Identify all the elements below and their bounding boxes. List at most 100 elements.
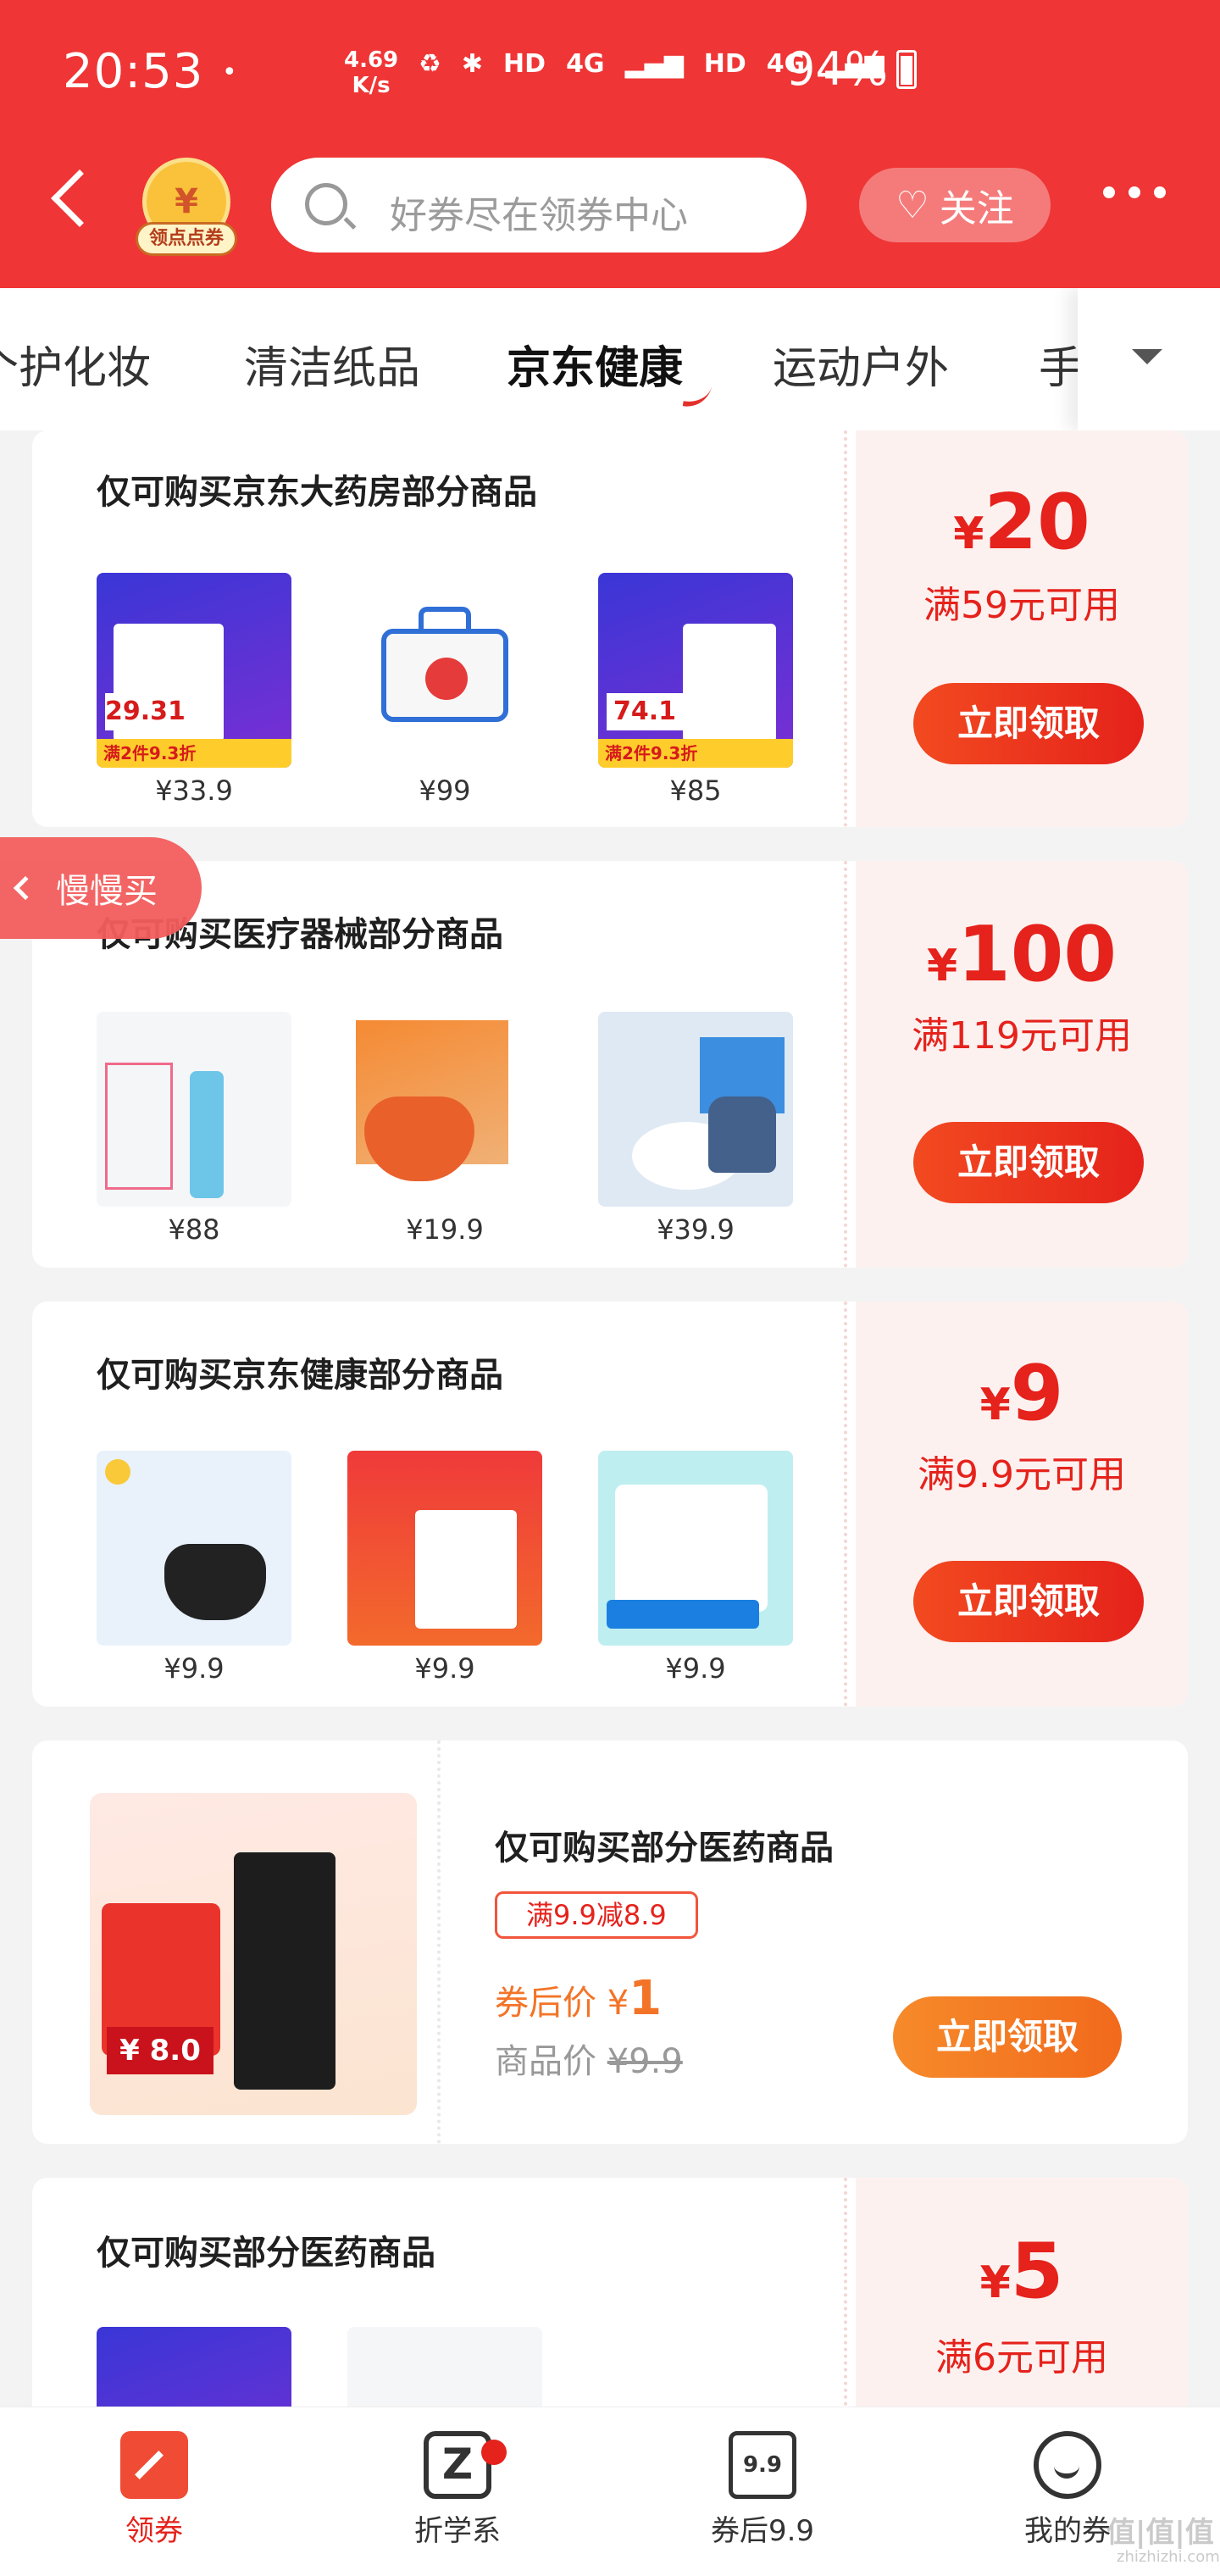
coupon-value-panel: ¥100 满119元可用 立即领取 xyxy=(844,861,1188,1268)
battery-indicator: 94% xyxy=(786,42,918,96)
heart-plus-icon: ♡ xyxy=(896,183,929,227)
claim-button[interactable]: 立即领取 xyxy=(893,1996,1122,2078)
coupon-value-panel: ¥20 满59元可用 立即领取 xyxy=(844,430,1188,827)
claim-button[interactable]: 立即领取 xyxy=(913,683,1144,764)
discount-tag: 满9.9减8.9 xyxy=(495,1891,698,1939)
product-item[interactable]: ¥9.9 xyxy=(97,1451,291,1685)
logo-label: 领点点券 xyxy=(136,222,237,256)
product-pic-price: ¥ 8.0 xyxy=(107,2027,214,2074)
nav-after-coupon-99[interactable]: 9.9 券后9.9 xyxy=(661,2431,864,2549)
product-price-tag: 74.1 xyxy=(607,693,683,730)
product-image xyxy=(598,1451,793,1646)
chevron-left-icon xyxy=(13,875,38,901)
nav-label: 折学系 xyxy=(414,2514,501,2548)
tab-jd-health[interactable]: 京东健康 xyxy=(507,332,683,396)
product-price: ¥99 xyxy=(419,774,471,807)
original-price: 商品价 ¥9.9 xyxy=(495,2042,683,2081)
product-price: ¥33.9 xyxy=(155,774,233,807)
coupon-condition: 满119元可用 xyxy=(912,1014,1132,1058)
nav-discount-school[interactable]: Z 折学系 xyxy=(356,2431,559,2549)
coupon-title: 仅可购买部分医药商品 xyxy=(495,1829,834,1868)
product-price: ¥39.9 xyxy=(657,1213,735,1246)
status-time: 20:53 xyxy=(63,44,204,99)
special-coupon-card: ¥ 8.0 仅可购买部分医药商品 满9.9减8.9 券后价 ¥1 商品价 ¥9.… xyxy=(32,1740,1188,2144)
product-image xyxy=(347,1451,542,1646)
coupon-condition: 满59元可用 xyxy=(923,584,1120,627)
product-item[interactable]: 29.31 满2件9.3折 ¥33.9 xyxy=(97,573,291,807)
product-item[interactable]: ¥9.9 xyxy=(598,1451,793,1685)
coupon-card-2: 仅可购买医疗器械部分商品 ¥88 ¥19.9 ¥39.9 ¥100 满119元可… xyxy=(32,861,1188,1268)
product-list: ¥9.9 ¥9.9 ¥9.9 xyxy=(97,1451,793,1685)
product-image xyxy=(347,573,542,768)
search-input[interactable]: 好券尽在领券中心 xyxy=(271,158,807,253)
header-bar: 20:53 • 4.69 K/s ♻ ✱ HD 4G ▂▄▆ HD 4G ▂▄▆… xyxy=(0,0,1220,288)
product-price: ¥9.9 xyxy=(414,1652,475,1685)
battery-percent: 94% xyxy=(786,42,889,96)
tab-phone[interactable]: 手 xyxy=(1039,332,1083,396)
coupon-amount: ¥9 xyxy=(979,1349,1064,1438)
watermark-logo: 值|值|值 xyxy=(1106,2516,1214,2550)
product-item[interactable]: ¥88 xyxy=(97,1012,291,1246)
product-item[interactable]: 74.1 满2件9.3折 ¥85 xyxy=(598,573,793,807)
coupon-value-panel: ¥9 满9.9元可用 立即领取 xyxy=(844,1302,1188,1707)
product-item[interactable]: ¥39.9 xyxy=(598,1012,793,1246)
coupon-amount: ¥20 xyxy=(953,478,1090,567)
follow-label: 关注 xyxy=(939,187,1014,230)
nav-coupons[interactable]: 领券 xyxy=(53,2431,256,2549)
coupon-condition: 满9.9元可用 xyxy=(918,1453,1126,1496)
product-item[interactable]: ¥99 xyxy=(347,573,542,807)
price-tag-icon: 9.9 xyxy=(729,2431,796,2499)
nav-label: 我的券 xyxy=(1024,2514,1111,2548)
more-menu-icon[interactable] xyxy=(1103,186,1166,198)
bottom-nav: 领券 Z 折学系 9.9 券后9.9 我的券 值|值|值 zhizhizhi.c… xyxy=(0,2407,1220,2576)
network-speed-value: 4.69 xyxy=(344,47,399,73)
signal-bars-icon: ▂▄▆ xyxy=(624,49,684,79)
network-speed: 4.69 K/s xyxy=(344,47,398,98)
coupon-title: 仅可购买京东健康部分商品 xyxy=(97,1356,503,1395)
price-tracker-tag[interactable]: 慢慢买 xyxy=(0,837,202,939)
product-image xyxy=(347,1012,542,1207)
hd-label-2: HD xyxy=(703,49,746,79)
claim-button[interactable]: 立即领取 xyxy=(913,1122,1144,1203)
notification-dot xyxy=(481,2440,507,2465)
tab-personal-care[interactable]: 个护化妆 xyxy=(0,332,151,396)
product-price: ¥9.9 xyxy=(665,1652,726,1685)
search-icon xyxy=(305,183,347,225)
category-tabs: 个护化妆 清洁纸品 京东健康 运动户外 手 xyxy=(0,288,1220,430)
product-item[interactable]: ¥19.9 xyxy=(347,1012,542,1246)
bluetooth-icon: ✱ xyxy=(461,49,484,79)
product-list: 29.31 满2件9.3折 ¥33.9 ¥99 74.1 满2件9.3折 ¥85 xyxy=(97,573,793,807)
product-promo-strip: 满2件9.3折 xyxy=(598,739,793,768)
signal-4g-1: 4G xyxy=(566,49,605,79)
recycle-icon: ♻ xyxy=(419,49,441,79)
follow-button[interactable]: ♡ 关注 xyxy=(859,168,1051,242)
active-tab-indicator xyxy=(682,380,713,411)
tab-sports-outdoor[interactable]: 运动户外 xyxy=(773,332,949,396)
product-item[interactable]: ¥9.9 xyxy=(347,1451,542,1685)
coupon-card-3: 仅可购买京东健康部分商品 ¥9.9 ¥9.9 ¥9.9 ¥9 满9.9元可用 立… xyxy=(32,1302,1188,1707)
tab-cleaning-paper[interactable]: 清洁纸品 xyxy=(244,332,420,396)
product-price: ¥19.9 xyxy=(406,1213,484,1246)
product-promo-strip: 满2件9.3折 xyxy=(97,739,291,768)
product-image xyxy=(97,1012,291,1207)
smile-icon xyxy=(1034,2431,1101,2499)
coupon-center-logo[interactable]: ¥ 领点点券 xyxy=(136,158,237,259)
product-image: 74.1 满2件9.3折 xyxy=(598,573,793,768)
price-tracker-label: 慢慢买 xyxy=(56,872,158,911)
after-coupon-price: 券后价 ¥1 xyxy=(495,1971,663,2026)
battery-icon xyxy=(896,49,918,89)
product-price: ¥85 xyxy=(669,774,722,807)
chevron-down-icon[interactable] xyxy=(1078,288,1220,430)
claim-button[interactable]: 立即领取 xyxy=(913,1561,1144,1642)
hd-label-1: HD xyxy=(503,49,546,79)
coupon-title: 仅可购买部分医药商品 xyxy=(97,2234,435,2273)
coupon-card-1: 仅可购买京东大药房部分商品 29.31 满2件9.3折 ¥33.9 ¥99 74… xyxy=(32,430,1188,827)
watermark-url: zhizhizhi.com xyxy=(1117,2548,1220,2566)
coupon-title: 仅可购买京东大药房部分商品 xyxy=(97,473,537,512)
product-price: ¥9.9 xyxy=(164,1652,225,1685)
product-image[interactable]: ¥ 8.0 xyxy=(90,1793,417,2115)
network-speed-unit: K/s xyxy=(352,73,391,98)
product-price-tag: 29.31 xyxy=(105,693,186,730)
back-arrow-icon[interactable] xyxy=(51,169,108,227)
product-price: ¥88 xyxy=(168,1213,220,1246)
